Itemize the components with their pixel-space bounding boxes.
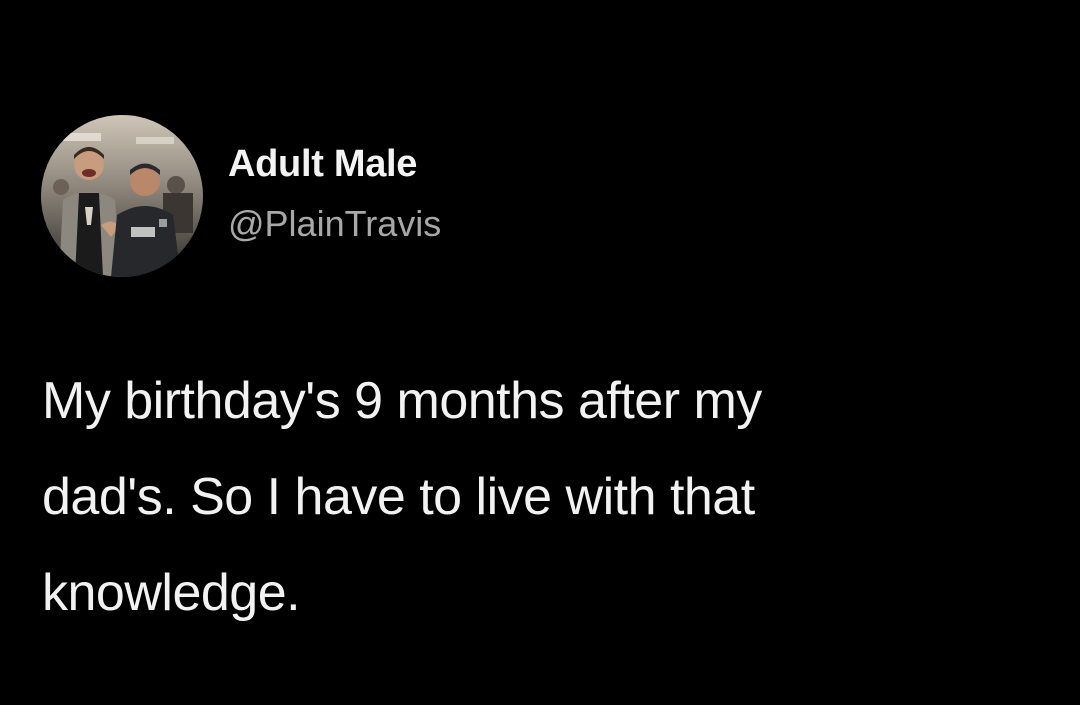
profile-photo-icon xyxy=(41,115,203,277)
tweet-card: Adult Male @PlainTravis My birthday's 9 … xyxy=(0,0,1080,705)
avatar[interactable] xyxy=(41,115,203,277)
tweet-text-line: My birthday's 9 months after my xyxy=(42,372,762,430)
tweet-text: My birthday's 9 months after my dad's. S… xyxy=(42,353,1042,641)
tweet-text-line: knowledge. xyxy=(42,564,301,622)
display-name[interactable]: Adult Male xyxy=(228,143,417,186)
user-handle[interactable]: @PlainTravis xyxy=(228,203,441,245)
tweet-text-line: dad's. So I have to live with that xyxy=(42,468,755,526)
